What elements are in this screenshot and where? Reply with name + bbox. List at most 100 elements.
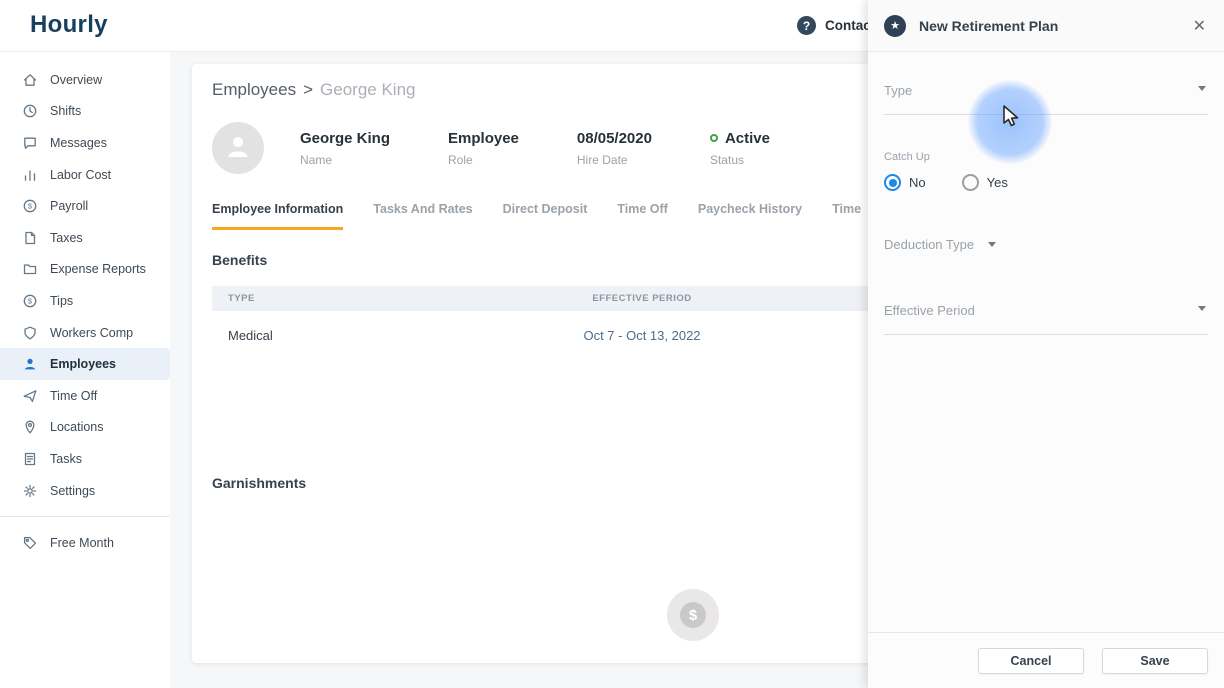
sidebar-nav: Overview Shifts Messages Labor Cost $ Payroll… (0, 52, 170, 688)
tab-tasks-and-rates[interactable]: Tasks And Rates (373, 202, 472, 230)
sidebar-divider (0, 516, 170, 518)
cancel-button[interactable]: Cancel (978, 647, 1084, 674)
radio-label: Yes (986, 175, 1008, 190)
clock-icon (22, 103, 38, 119)
employee-role-field: Employee Role (448, 130, 519, 167)
task-list-icon (22, 451, 38, 467)
sidebar-item-time-off[interactable]: Time Off (0, 380, 170, 412)
chevron-down-icon (1198, 306, 1206, 311)
catch-up-radio-yes[interactable]: Yes (961, 174, 1008, 191)
employee-name: George King (300, 129, 391, 147)
sidebar-item-shifts[interactable]: Shifts (0, 96, 170, 128)
cell-effective-period: Oct 7 - Oct 13, 2022 (583, 327, 701, 343)
employee-name-field: George King Name (300, 130, 390, 167)
save-button[interactable]: Save (1102, 647, 1208, 674)
catch-up-radio-no[interactable]: No (884, 174, 926, 191)
type-select[interactable]: Type (884, 82, 1208, 115)
type-select-label: Type (884, 83, 913, 98)
sidebar-item-label: Tips (50, 293, 74, 308)
svg-text:$: $ (28, 297, 33, 306)
employee-name-label: Name (300, 152, 333, 167)
star-icon: ★ (884, 14, 906, 37)
employee-status-label: Status (709, 152, 744, 167)
dollar-circle-icon: $ (22, 293, 38, 309)
avatar (212, 122, 264, 174)
tab-direct-deposit[interactable]: Direct Deposit (503, 202, 588, 230)
paper-plane-icon (22, 388, 38, 404)
catch-up-options: No Yes (884, 174, 1208, 191)
radio-icon[interactable] (884, 174, 901, 191)
home-icon (22, 72, 38, 88)
drawer-header: ★ New Retirement Plan ✕ (868, 0, 1224, 52)
sidebar-item-label: Settings (50, 483, 96, 498)
sidebar-item-messages[interactable]: Messages (0, 127, 170, 159)
sidebar-item-label: Shifts (50, 104, 82, 119)
sidebar-item-settings[interactable]: Settings (0, 475, 170, 507)
person-icon (223, 131, 253, 166)
employee-hire-date-field: 08/05/2020 Hire Date (577, 130, 652, 167)
employee-role: Employee (448, 129, 519, 147)
employee-hire-date-label: Hire Date (576, 152, 628, 167)
sidebar-item-label: Labor Cost (50, 167, 112, 182)
tab-time-off[interactable]: Time Off (617, 202, 667, 230)
column-header-type: TYPE (228, 293, 255, 304)
sidebar-item-label: Workers Comp (50, 325, 134, 340)
catch-up-label: Catch Up (884, 151, 930, 163)
drawer-body: Type Catch Up No Yes Deduction Type Effec… (868, 82, 1224, 335)
dollar-icon: $ (680, 602, 706, 628)
sidebar-item-payroll[interactable]: $ Payroll (0, 190, 170, 222)
sidebar-item-label: Messages (50, 135, 107, 150)
sidebar-item-tasks[interactable]: Tasks (0, 443, 170, 475)
breadcrumb-separator: > (303, 80, 314, 99)
sidebar-item-taxes[interactable]: Taxes (0, 222, 170, 254)
chevron-down-icon (1198, 86, 1206, 91)
drawer-title: New Retirement Plan (919, 17, 1059, 34)
status-dot-icon (709, 134, 718, 142)
chevron-down-icon (988, 242, 997, 247)
tab-time[interactable]: Time (832, 202, 861, 230)
catch-up-group: Catch Up No Yes (884, 151, 1208, 191)
employee-hire-date: 08/05/2020 (576, 129, 652, 147)
sidebar-item-label: Taxes (50, 230, 83, 245)
folder-icon (22, 261, 38, 277)
sidebar-item-label: Expense Reports (50, 262, 146, 277)
sidebar-item-label: Overview (50, 72, 103, 87)
column-header-effective-period: EFFECTIVE PERIOD (592, 293, 692, 304)
breadcrumb-parent[interactable]: Employees (212, 80, 296, 100)
sidebar-item-tips[interactable]: $ Tips (0, 285, 170, 317)
deduction-type-label: Deduction Type (884, 237, 975, 252)
cell-type: Medical (228, 327, 273, 343)
radio-icon[interactable] (961, 174, 979, 191)
chat-icon (22, 135, 38, 151)
bar-chart-icon (22, 167, 38, 183)
help-icon[interactable]: ? (797, 16, 816, 35)
close-icon[interactable]: ✕ (1191, 14, 1208, 38)
sidebar-item-locations[interactable]: Locations (0, 412, 170, 444)
sidebar-item-free-month[interactable]: Free Month (0, 527, 170, 559)
deduction-type-select[interactable]: Deduction Type (884, 237, 997, 252)
sidebar-item-label: Payroll (50, 199, 89, 214)
sidebar-item-overview[interactable]: Overview (0, 64, 170, 96)
gear-icon (22, 483, 38, 499)
sidebar-item-label: Locations (50, 420, 104, 435)
sidebar-item-expense-reports[interactable]: Expense Reports (0, 254, 170, 286)
effective-period-label: Effective Period (884, 303, 975, 318)
dollar-circle-icon: $ (22, 198, 38, 214)
tab-paycheck-history[interactable]: Paycheck History (698, 202, 802, 230)
svg-text:$: $ (28, 202, 33, 211)
sidebar-item-labor-cost[interactable]: Labor Cost (0, 159, 170, 191)
tab-employee-information[interactable]: Employee Information (212, 202, 344, 230)
sidebar-item-employees[interactable]: Employees (0, 348, 170, 380)
empty-garnishments-placeholder: $ (667, 589, 719, 641)
sidebar-item-workers-comp[interactable]: Workers Comp (0, 317, 170, 349)
tag-icon (22, 535, 38, 551)
radio-label: No (909, 175, 926, 190)
sidebar-item-label: Tasks (50, 451, 82, 466)
sidebar-item-label: Time Off (50, 388, 98, 403)
sidebar-item-label: Free Month (50, 536, 114, 551)
shield-icon (22, 325, 38, 341)
effective-period-select[interactable]: Effective Period (884, 302, 1208, 335)
sidebar-item-label: Employees (50, 357, 117, 372)
drawer-footer: Cancel Save (868, 632, 1224, 688)
status-badge: Active (724, 129, 770, 147)
